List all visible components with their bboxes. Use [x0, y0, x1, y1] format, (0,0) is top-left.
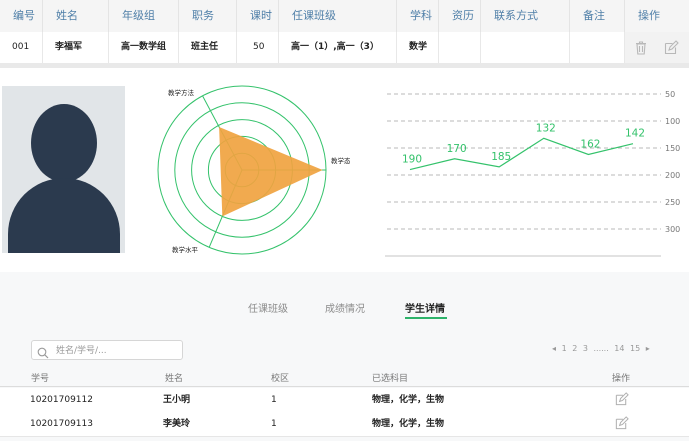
radar-chart: 教学方法 教学态度 教学水平 — [157, 85, 350, 255]
y-tick-label: 200 — [665, 171, 680, 180]
cell-campus: 1 — [271, 395, 277, 405]
cell-student-name: 李美玲 — [163, 419, 191, 429]
search-box — [31, 340, 183, 360]
pager-next-icon[interactable]: ▸ — [646, 344, 650, 353]
section-divider — [0, 63, 689, 68]
data-label: 190 — [402, 154, 422, 166]
cell-classes: 高一（1）,高一（3） — [279, 32, 397, 63]
tab-classes[interactable]: 任课班级 — [248, 300, 288, 315]
avatar — [2, 86, 125, 253]
header-grade-group: 年级组 — [109, 0, 179, 32]
table-row: 10201709113 李美玲 1 物理，化学，生物 — [0, 412, 689, 437]
pager-page-15[interactable]: 15 — [630, 344, 640, 353]
cell-id: 001 — [0, 32, 43, 63]
header-classes: 任课班级 — [279, 0, 397, 32]
cell-subjects: 物理，化学，生物 — [372, 395, 445, 405]
pager-page-2[interactable]: 2 — [572, 344, 577, 353]
student-table-header: 学号 姓名 校区 已选科目 操作 — [0, 368, 689, 387]
header-actions: 操作 — [638, 9, 660, 22]
line-chart-points: 190 170 185 132 162 142 — [402, 122, 645, 165]
cell-position: 班主任 — [179, 32, 237, 63]
cell-contact — [481, 32, 570, 63]
line-chart-grid: 50 100 150 200 250 300 — [387, 90, 680, 234]
pager-ellipsis: ...... — [593, 344, 609, 353]
y-tick-label: 100 — [665, 117, 680, 126]
pager-page-14[interactable]: 14 — [614, 344, 624, 353]
cell-campus: 1 — [271, 419, 277, 429]
search-input[interactable] — [54, 343, 182, 359]
cell-student-id: 10201709112 — [30, 395, 93, 405]
radar-label-attitude: 教学态度 — [331, 156, 350, 165]
header-subjects: 已选科目 — [372, 374, 409, 384]
radar-label-level: 教学水平 — [172, 245, 199, 254]
trash-icon[interactable] — [633, 39, 649, 55]
avatar-body — [8, 178, 120, 253]
cell-student-name: 王小明 — [163, 395, 191, 405]
pager-prev-icon[interactable]: ◂ — [552, 344, 556, 353]
cell-name: 李福军 — [43, 32, 109, 63]
cell-actions — [625, 32, 689, 63]
data-label: 170 — [447, 143, 467, 155]
radar-area — [219, 126, 323, 217]
pager-page-1[interactable]: 1 — [562, 344, 567, 353]
y-tick-label: 300 — [665, 225, 680, 234]
data-label: 132 — [536, 122, 556, 134]
header-contact: 联系方式 — [481, 0, 570, 32]
cell-student-id: 10201709113 — [30, 419, 93, 429]
cell-remark — [570, 32, 625, 63]
teacher-row: 001 李福军 高一数学组 班主任 50 高一（1）,高一（3） 数学 — [0, 32, 689, 64]
search-icon — [37, 344, 49, 363]
y-tick-label: 150 — [665, 144, 680, 153]
cell-seniority — [439, 32, 481, 63]
active-tab-indicator — [405, 317, 447, 319]
radar-label-method: 教学方法 — [168, 88, 195, 97]
header-student-name: 姓名 — [165, 374, 184, 384]
header-remark: 备注 — [570, 0, 625, 32]
data-label: 162 — [580, 138, 600, 150]
edit-icon[interactable] — [663, 39, 679, 55]
tab-scores[interactable]: 成绩情况 — [325, 300, 365, 315]
header-seniority: 资历 — [439, 0, 481, 32]
header-student-actions: 操作 — [612, 374, 631, 384]
cell-subjects: 物理，化学，生物 — [372, 419, 445, 429]
edit-icon[interactable] — [614, 392, 629, 407]
edit-icon[interactable] — [614, 416, 629, 431]
cell-grade-group: 高一数学组 — [109, 32, 179, 63]
y-tick-label: 250 — [665, 198, 680, 207]
avatar-head — [31, 104, 97, 182]
line-chart: 50 100 150 200 250 300 190 170 185 132 162 142 — [385, 90, 680, 257]
pagination: ◂ 1 2 3 ...... 14 15 ▸ — [552, 344, 653, 353]
header-name: 姓名 — [43, 0, 109, 32]
tab-student-details[interactable]: 学生详情 — [405, 300, 445, 315]
header-student-id: 学号 — [31, 374, 50, 384]
header-subject: 学科 — [397, 0, 439, 32]
table-row: 10201709112 王小明 1 物理，化学，生物 — [0, 388, 689, 413]
header-hours: 课时 — [237, 0, 279, 32]
header-position: 职务 — [179, 0, 237, 32]
header-id: 编号 — [0, 0, 43, 32]
cell-hours: 50 — [237, 32, 279, 63]
data-label: 185 — [491, 151, 511, 163]
y-tick-label: 50 — [665, 90, 675, 99]
cell-subject: 数学 — [397, 32, 439, 63]
data-label: 142 — [625, 128, 645, 140]
teacher-table-header: 编号 姓名 年级组 职务 课时 任课班级 学科 资历 联系方式 备注 操作 — [0, 0, 689, 32]
header-campus: 校区 — [271, 374, 290, 384]
pager-page-3[interactable]: 3 — [583, 344, 588, 353]
